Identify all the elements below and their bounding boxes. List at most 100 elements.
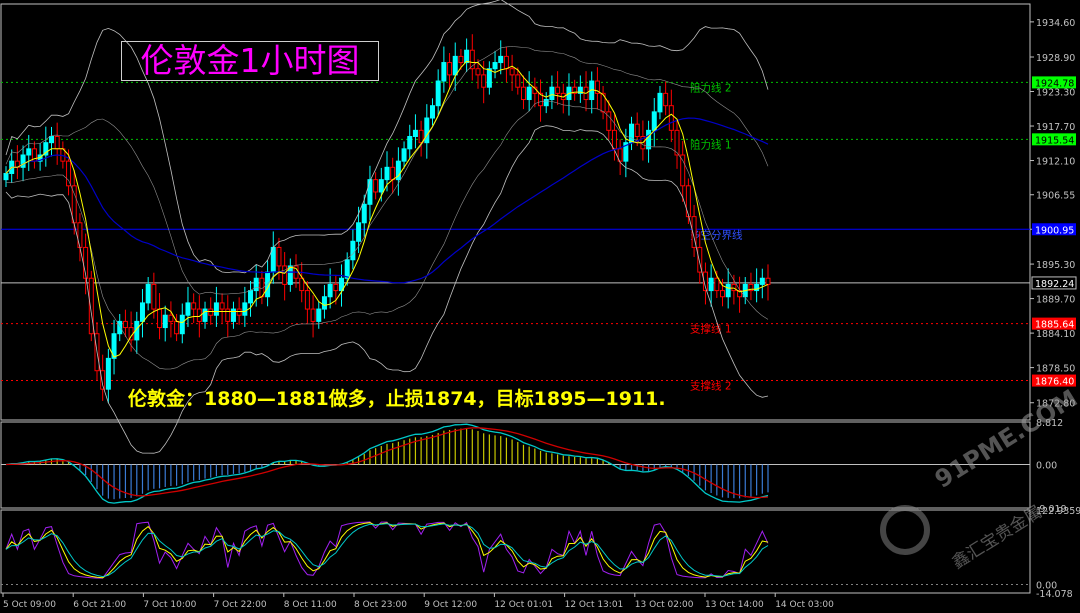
candle-body	[327, 283, 333, 298]
candle-body	[498, 55, 504, 64]
candle-body	[225, 308, 231, 322]
candle-body	[282, 265, 288, 285]
x-tick-label: 8 Oct 11:00	[284, 600, 337, 610]
candle-body	[452, 55, 458, 76]
candle-body	[543, 99, 549, 107]
ma-fast-line	[5, 60, 769, 358]
candle-body	[208, 308, 214, 316]
macd-tick-label: 0.00	[1036, 461, 1057, 472]
candle-body	[151, 283, 157, 310]
candle-body	[515, 74, 521, 88]
candle-body	[407, 136, 413, 150]
candle-body	[441, 62, 447, 82]
x-tick-label: 7 Oct 10:00	[143, 600, 196, 610]
candle-body	[304, 290, 310, 310]
candle-body	[390, 166, 396, 181]
candle-body	[520, 86, 526, 101]
candle-body	[77, 222, 83, 248]
candle-body	[236, 308, 242, 316]
candle-body	[509, 68, 515, 76]
candle-body	[668, 105, 674, 131]
y-tick-label: 1934.60	[1036, 18, 1075, 29]
price-tag-label: 1915.54	[1035, 135, 1074, 146]
strategy-text: 伦敦金：1880—1881做多，止损1874，目标1895—1911.	[128, 388, 666, 410]
candle-body	[350, 240, 356, 261]
candle-body	[299, 277, 305, 292]
candle-body	[651, 111, 657, 131]
candle-body	[680, 154, 686, 187]
y-tick-label: 1884.10	[1036, 329, 1075, 340]
candle-body	[219, 302, 225, 310]
candle-body	[66, 160, 72, 187]
candle-body	[759, 277, 765, 285]
candle-body	[213, 302, 219, 316]
candle-body	[248, 290, 254, 304]
candle-body	[356, 222, 362, 242]
x-tick-label: 5 Oct 09:00	[3, 600, 56, 610]
candle-body	[708, 277, 714, 292]
candle-body	[663, 92, 669, 107]
candle-body	[634, 123, 640, 138]
candle-body	[475, 68, 481, 76]
price-tag-label: 1892.24	[1035, 279, 1074, 290]
candle-body	[321, 296, 327, 310]
candle-body	[685, 185, 691, 218]
x-tick-label: 6 Oct 21:00	[73, 600, 126, 610]
candle-body	[720, 290, 726, 298]
candle-body	[242, 302, 248, 316]
candle-body	[105, 357, 111, 390]
candle-body	[71, 185, 77, 224]
x-tick-label: 12 Oct 01:01	[494, 600, 553, 610]
x-tick-label: 13 Oct 02:00	[635, 600, 694, 610]
oscillator-tick-label: -14.078	[1036, 589, 1073, 600]
x-tick-label: 9 Oct 12:00	[424, 600, 477, 610]
candle-body	[139, 302, 145, 322]
candle-body	[629, 123, 635, 144]
candle-body	[168, 314, 174, 322]
x-tick-label: 14 Oct 03:00	[775, 600, 834, 610]
candle-body	[26, 148, 32, 156]
candle-body	[435, 80, 441, 107]
candle-body	[555, 86, 561, 94]
candle-body	[367, 179, 373, 205]
level-label: 支撑线 2	[690, 380, 732, 393]
y-tick-label: 1912.10	[1036, 157, 1075, 168]
chart-title: 伦敦金1小时图	[121, 41, 379, 81]
candle-body	[54, 136, 60, 150]
candle-body	[418, 129, 424, 144]
candle-body	[429, 105, 435, 119]
price-tag-label: 1924.78	[1035, 78, 1074, 89]
candle-body	[174, 320, 180, 335]
y-tick-label: 1906.55	[1036, 191, 1075, 202]
x-tick-label: 7 Oct 22:00	[214, 600, 267, 610]
candle-body	[765, 277, 771, 285]
candle-body	[481, 74, 487, 88]
candle-body	[384, 166, 390, 181]
candle-body	[486, 68, 492, 88]
candle-body	[185, 302, 191, 316]
price-tag-label: 1885.64	[1035, 320, 1074, 331]
level-label: 阻力线 1	[690, 138, 732, 151]
candle-body	[157, 308, 163, 329]
candle-body	[606, 111, 612, 131]
candle-body	[725, 283, 731, 298]
candle-body	[191, 302, 197, 310]
candle-body	[316, 308, 322, 322]
candle-body	[179, 314, 185, 335]
candle-body	[458, 55, 464, 64]
candle-body	[401, 148, 407, 162]
candle-body	[48, 136, 54, 144]
candle-body	[611, 129, 617, 150]
level-label: 多空分界线	[690, 228, 743, 241]
y-tick-label: 1889.70	[1036, 295, 1075, 306]
y-tick-label: 1928.90	[1036, 53, 1075, 64]
candle-body	[253, 277, 259, 292]
candle-body	[333, 283, 339, 292]
candle-body	[714, 277, 720, 292]
price-tag-label: 1900.95	[1035, 225, 1074, 236]
candle-body	[117, 320, 123, 335]
y-tick-label: 1895.30	[1036, 260, 1075, 271]
candle-body	[276, 246, 282, 267]
candle-body	[230, 308, 236, 322]
candle-body	[145, 283, 151, 304]
